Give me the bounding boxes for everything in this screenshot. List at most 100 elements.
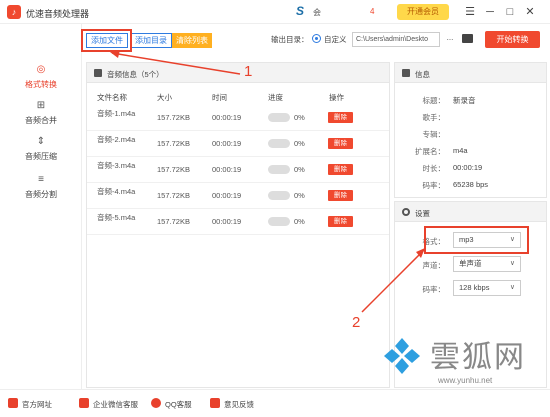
channel-value: 单声道 <box>459 259 482 268</box>
info-value-title: 新录音 <box>453 96 476 105</box>
annotation-number-2: 2 <box>352 314 361 331</box>
custom-radio[interactable] <box>312 34 321 43</box>
annotation-box-add-file <box>81 29 132 52</box>
folder-icon[interactable] <box>462 34 473 43</box>
panel-header: 信息 <box>395 63 546 83</box>
table-row[interactable]: 音频-4.m4a 157.72KB 00:00:19 0% 删除 <box>87 183 389 209</box>
table-row[interactable]: 音频-1.m4a 157.72KB 00:00:19 0% 删除 <box>87 105 389 131</box>
add-folder-button[interactable]: 添加目录 <box>130 33 172 48</box>
vip-button[interactable]: 开通会员 <box>397 4 449 20</box>
table-row[interactable]: 音频-5.m4a 157.72KB 00:00:19 0% 删除 <box>87 209 389 235</box>
output-path-field[interactable]: C:\Users\admin\Deskto <box>352 32 440 47</box>
gear-icon <box>402 208 410 216</box>
maximize-icon[interactable]: □ <box>502 4 518 20</box>
delete-button[interactable]: 删除 <box>328 190 353 201</box>
file-size: 157.72KB <box>157 113 190 122</box>
info-label-artist: 歌手： <box>422 113 446 122</box>
split-icon: ≡ <box>38 174 44 185</box>
bitrate-select[interactable]: 128 kbps ∨ <box>453 280 521 296</box>
info-icon <box>402 69 410 77</box>
watermark-url: www.yunhu.net <box>438 376 493 385</box>
home-icon <box>8 398 18 408</box>
compress-icon: ⇕ <box>36 136 46 147</box>
file-duration: 00:00:19 <box>212 191 242 200</box>
output-dir-label: 输出目录： <box>271 35 309 44</box>
file-name: 音频-4.m4a <box>97 187 136 196</box>
footer-link-wechat[interactable]: 企业微信客服 <box>93 399 138 410</box>
footer-link-feedback[interactable]: 意见反馈 <box>224 399 254 410</box>
column-header-progress: 进度 <box>268 93 283 102</box>
file-name: 音频-5.m4a <box>97 213 136 222</box>
file-size: 157.72KB <box>157 165 190 174</box>
info-label-title: 标题： <box>422 96 446 105</box>
sidebar-item-label: 格式转换 <box>25 80 57 89</box>
column-header-action: 操作 <box>329 93 344 102</box>
sidebar-item-label: 音频分割 <box>25 190 57 199</box>
bitrate-label: 码率： <box>422 285 446 294</box>
footer-link-website[interactable]: 官方网址 <box>22 399 52 410</box>
panel-title: 音频信息（5个） <box>107 70 164 79</box>
chevron-down-icon: ∨ <box>509 260 515 267</box>
watermark-logo-icon <box>384 338 420 374</box>
progress-text: 0% <box>294 165 305 174</box>
annotation-box-format <box>424 226 529 254</box>
custom-radio-label[interactable]: 自定义 <box>324 34 347 45</box>
info-label-bitrate: 码率： <box>422 181 446 190</box>
sidebar: ◎ 格式转换 ⊞ 音频合并 ⇕ 音频压缩 ≡ 音频分割 <box>0 24 82 389</box>
bitrate-value: 128 kbps <box>459 283 490 292</box>
chevron-down-icon: ∨ <box>509 284 515 291</box>
audio-list-panel: 音频信息（5个） 文件名称 大小 时间 进度 操作 音频-1.m4a 157.7… <box>86 62 390 388</box>
minimize-icon[interactable]: ─ <box>482 4 498 20</box>
file-name: 音频-2.m4a <box>97 135 136 144</box>
progress-bar <box>268 139 290 148</box>
progress-text: 0% <box>294 217 305 226</box>
progress-text: 0% <box>294 113 305 122</box>
info-value-duration: 00:00:19 <box>453 163 483 172</box>
info-label-album: 专辑： <box>422 130 446 139</box>
channel-label: 声道： <box>422 261 446 270</box>
table-row[interactable]: 音频-2.m4a 157.72KB 00:00:19 0% 删除 <box>87 131 389 157</box>
sidebar-item-label: 音频压缩 <box>25 152 57 161</box>
progress-bar <box>268 165 290 174</box>
qq-icon <box>151 398 161 408</box>
app-title: 优速音频处理器 <box>26 9 90 19</box>
column-header-name: 文件名称 <box>97 93 127 102</box>
delete-button[interactable]: 删除 <box>328 138 353 149</box>
browse-more-button[interactable]: ... <box>443 33 457 46</box>
info-label-duration: 时长： <box>422 164 446 173</box>
delete-button[interactable]: 删除 <box>328 112 353 123</box>
channel-select[interactable]: 单声道 ∨ <box>453 256 521 272</box>
clear-list-button[interactable]: 清除列表 <box>172 33 212 48</box>
delete-button[interactable]: 删除 <box>328 164 353 175</box>
delete-button[interactable]: 删除 <box>328 216 353 227</box>
user-label[interactable]: 会 <box>313 7 321 18</box>
table-row[interactable]: 音频-3.m4a 157.72KB 00:00:19 0% 删除 <box>87 157 389 183</box>
sidebar-item-audio-merge[interactable]: ⊞ 音频合并 <box>0 100 82 136</box>
notification-badge[interactable]: 4 <box>370 7 374 16</box>
convert-icon: ◎ <box>36 64 46 75</box>
wechat-icon <box>79 398 89 408</box>
file-name: 音频-3.m4a <box>97 161 136 170</box>
progress-bar <box>268 191 290 200</box>
progress-text: 0% <box>294 191 305 200</box>
progress-text: 0% <box>294 139 305 148</box>
info-value-bitrate: 65238 bps <box>453 180 489 189</box>
info-value-extension: m4a <box>453 146 468 155</box>
watermark: 雲狐网 www.yunhu.net <box>380 330 550 385</box>
feedback-icon <box>210 398 220 408</box>
file-duration: 00:00:19 <box>212 113 242 122</box>
sidebar-item-audio-split[interactable]: ≡ 音频分割 <box>0 174 82 210</box>
sidebar-item-label: 音频合并 <box>25 116 57 125</box>
file-size: 157.72KB <box>157 191 190 200</box>
footer: 官方网址 企业微信客服 QQ客服 意见反馈 <box>0 389 550 417</box>
column-header-size: 大小 <box>157 93 172 102</box>
start-convert-button[interactable]: 开始转换 <box>485 31 540 48</box>
sidebar-item-audio-compress[interactable]: ⇕ 音频压缩 <box>0 136 82 172</box>
file-size: 157.72KB <box>157 217 190 226</box>
close-icon[interactable]: ✕ <box>522 4 538 20</box>
info-label-extension: 扩展名： <box>415 147 445 156</box>
menu-icon[interactable]: ☰ <box>462 4 478 20</box>
sidebar-item-format-convert[interactable]: ◎ 格式转换 <box>0 64 82 100</box>
file-size: 157.72KB <box>157 139 190 148</box>
footer-link-qq[interactable]: QQ客服 <box>165 399 192 410</box>
